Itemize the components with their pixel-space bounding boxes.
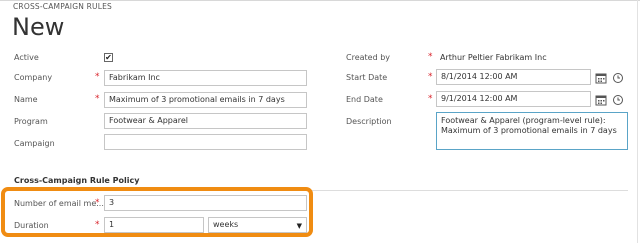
campaign-label: Campaign [14, 139, 55, 148]
end-date-field[interactable]: 9/1/2014 12:00 AM [436, 91, 591, 107]
right-divider [637, 0, 638, 243]
clock-icon[interactable] [612, 94, 624, 106]
name-required-indicator: * [95, 94, 100, 104]
start-date-label: Start Date [346, 73, 388, 82]
active-checkbox[interactable]: ✔ [104, 53, 113, 62]
end-date-label: End Date [346, 95, 383, 104]
name-field[interactable]: Maximum of 3 promotional emails in 7 day… [104, 92, 307, 108]
description-field[interactable]: Footwear & Apparel (program-level rule):… [436, 112, 628, 150]
calendar-icon[interactable] [595, 94, 607, 106]
top-divider [0, 0, 640, 1]
campaign-field[interactable] [104, 134, 307, 150]
company-label: Company [14, 73, 53, 82]
program-label: Program [14, 117, 48, 126]
created-by-required-indicator: * [428, 52, 433, 62]
name-label: Name [14, 95, 38, 104]
page-title: New [12, 13, 65, 41]
active-label: Active [14, 53, 39, 62]
description-label: Description [346, 117, 392, 126]
end-date-required-indicator: * [428, 94, 433, 104]
company-field[interactable]: Fabrikam Inc [104, 70, 307, 86]
program-field[interactable]: Footwear & Apparel [104, 113, 307, 129]
clock-icon[interactable] [612, 72, 624, 84]
created-by-value[interactable]: Arthur Peltier Fabrikam Inc [440, 53, 547, 63]
calendar-icon[interactable] [595, 72, 607, 84]
created-by-label: Created by [346, 53, 391, 62]
company-required-indicator: * [95, 72, 100, 82]
start-date-required-indicator: * [428, 72, 433, 82]
highlight-annotation [1, 187, 313, 237]
policy-section-title: Cross-Campaign Rule Policy [14, 176, 140, 185]
start-date-field[interactable]: 8/1/2014 12:00 AM [436, 69, 591, 85]
check-icon: ✔ [105, 53, 112, 62]
breadcrumb: CROSS-CAMPAIGN RULES [13, 2, 112, 11]
